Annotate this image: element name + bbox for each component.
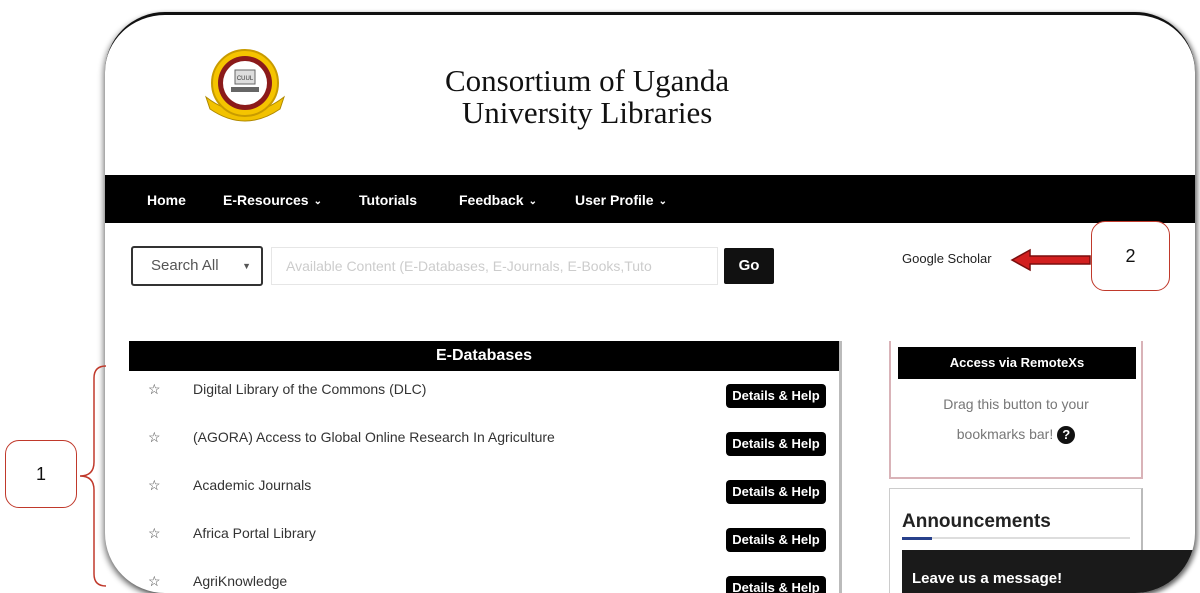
star-icon[interactable]: ☆ [148, 429, 161, 446]
nav-user-profile-label: User Profile [575, 192, 654, 208]
nav-tutorials[interactable]: Tutorials [359, 175, 417, 223]
annotation-arrow-icon [1010, 248, 1091, 272]
database-name[interactable]: AgriKnowledge [193, 573, 287, 589]
list-item: ☆ Africa Portal Library Details & Help [129, 515, 839, 563]
nav-e-resources[interactable]: E-Resources ⌄ [223, 175, 322, 223]
remotexs-line1: Drag this button to your [943, 396, 1089, 412]
help-icon[interactable]: ? [1057, 426, 1076, 445]
nav-home-label: Home [147, 192, 186, 208]
star-icon[interactable]: ☆ [148, 477, 161, 494]
details-help-button[interactable]: Details & Help [726, 432, 826, 456]
annotation-brace [79, 365, 107, 587]
list-item: ☆ (AGORA) Access to Global Online Resear… [129, 419, 839, 467]
announcements-title: Announcements [902, 511, 1051, 532]
consortium-logo: CUUL [205, 49, 285, 122]
list-item: ☆ AgriKnowledge Details & Help [129, 563, 839, 593]
search-placeholder: Available Content (E-Databases, E-Journa… [286, 258, 652, 274]
search-input[interactable]: Available Content (E-Databases, E-Journa… [271, 247, 718, 285]
chevron-down-icon: ⌄ [658, 196, 667, 207]
nav-feedback-label: Feedback [459, 192, 524, 208]
details-help-button[interactable]: Details & Help [726, 480, 826, 504]
svg-text:CUUL: CUUL [237, 76, 254, 82]
star-icon[interactable]: ☆ [148, 573, 161, 590]
go-button[interactable]: Go [724, 248, 774, 284]
site-title: Consortium of Uganda University Librarie… [445, 65, 729, 129]
e-databases-panel: E-Databases ☆ Digital Library of the Com… [129, 341, 842, 593]
chevron-down-icon: ⌄ [528, 196, 537, 207]
e-databases-title: E-Databases [129, 341, 839, 371]
chat-label: Leave us a message! [912, 570, 1063, 587]
nav-feedback[interactable]: Feedback ⌄ [459, 175, 537, 223]
google-scholar-link[interactable]: Google Scholar [902, 251, 992, 266]
details-help-button[interactable]: Details & Help [726, 576, 826, 593]
star-icon[interactable]: ☆ [148, 525, 161, 542]
chat-widget[interactable]: Leave us a message! [902, 550, 1195, 593]
annotation-callout-1: 1 [5, 440, 77, 508]
remotexs-button[interactable]: Access via RemoteXs [898, 347, 1136, 379]
database-name[interactable]: (AGORA) Access to Global Online Research… [193, 429, 555, 445]
site-title-line2: University Libraries [461, 95, 713, 130]
browser-frame: CUUL Consortium of Uganda University Lib… [105, 12, 1195, 593]
details-help-button[interactable]: Details & Help [726, 384, 826, 408]
nav-user-profile[interactable]: User Profile ⌄ [575, 175, 667, 223]
nav-e-resources-label: E-Resources [223, 192, 309, 208]
site-header: CUUL Consortium of Uganda University Lib… [105, 15, 1195, 175]
site-title-line1: Consortium of Uganda [445, 63, 730, 98]
announcements-divider [902, 537, 1130, 540]
remotexs-instructions: Drag this button to your bookmarks bar!? [891, 389, 1141, 449]
database-name[interactable]: Africa Portal Library [193, 525, 316, 541]
details-help-button[interactable]: Details & Help [726, 528, 826, 552]
star-icon[interactable]: ☆ [148, 381, 161, 398]
divider-accent [902, 537, 932, 540]
list-item: ☆ Academic Journals Details & Help [129, 467, 839, 515]
nav-home[interactable]: Home [147, 175, 186, 223]
list-item: ☆ Digital Library of the Commons (DLC) D… [129, 371, 839, 419]
main-nav: Home E-Resources ⌄ Tutorials Feedback ⌄ Us… [105, 175, 1195, 223]
chevron-down-icon: ⌄ [313, 196, 322, 207]
annotation-callout-2: 2 [1091, 221, 1170, 291]
remotexs-panel: Access via RemoteXs Drag this button to … [889, 341, 1143, 479]
search-scope-select[interactable]: Search All ▼ [131, 246, 263, 286]
database-name[interactable]: Academic Journals [193, 477, 311, 493]
search-scope-value: Search All [151, 257, 219, 274]
database-name[interactable]: Digital Library of the Commons (DLC) [193, 381, 426, 397]
nav-tutorials-label: Tutorials [359, 192, 418, 208]
dropdown-arrow-icon: ▼ [242, 261, 251, 271]
remotexs-line2: bookmarks bar! [956, 426, 1054, 442]
